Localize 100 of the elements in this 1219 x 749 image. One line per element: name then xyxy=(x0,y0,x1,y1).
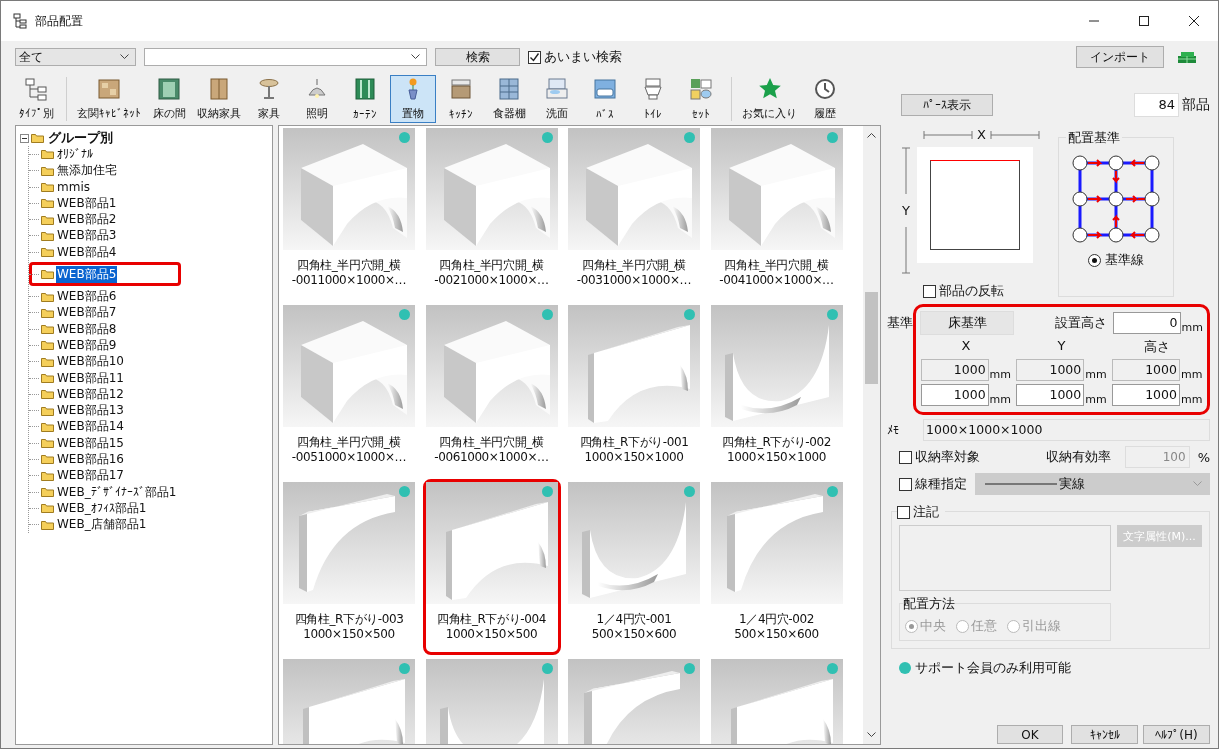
tree-item[interactable]: WEB部品13 xyxy=(56,402,125,420)
dimension-line xyxy=(923,129,973,140)
checkbox[interactable] xyxy=(899,450,912,464)
toilet-icon xyxy=(641,77,665,101)
part-label: -0011000×1000×… xyxy=(291,273,407,288)
toolbar-button[interactable]: 食器棚 xyxy=(486,75,532,123)
toolbar-button[interactable]: 照明 xyxy=(294,75,340,123)
tree-item[interactable]: WEB部品6 xyxy=(56,288,118,306)
lamp-icon xyxy=(305,77,329,101)
import-button[interactable]: インポート xyxy=(1076,46,1164,68)
toolbar-button[interactable]: 洗面 xyxy=(534,75,580,123)
toolbar-button[interactable]: 床の間 xyxy=(146,75,192,123)
radio-label: 任意 xyxy=(971,617,997,635)
chevron-up-icon[interactable] xyxy=(867,132,876,138)
toolbar-button[interactable]: 家具 xyxy=(246,75,292,123)
toolbar-button[interactable]: ｾｯﾄ xyxy=(678,75,724,123)
folder-icon xyxy=(41,324,54,335)
tree-item[interactable]: WEB部品12 xyxy=(56,385,125,403)
collapse-icon[interactable] xyxy=(20,133,29,143)
tree-item[interactable]: WEB部品15 xyxy=(56,434,125,452)
toolbar-button[interactable]: 履歴 xyxy=(802,75,848,123)
tree-item[interactable]: WEB部品2 xyxy=(56,211,118,229)
tree-item[interactable]: WEB部品1 xyxy=(56,194,118,212)
window-title: 部品配置 xyxy=(35,12,83,30)
height-field[interactable]: 0 xyxy=(1112,312,1181,334)
field-label: ﾒﾓ xyxy=(887,423,900,437)
tree-item[interactable]: WEB部品16 xyxy=(56,451,125,468)
tree-item[interactable]: mmis xyxy=(56,180,91,195)
tree-item[interactable]: WEB部品5 xyxy=(56,265,118,283)
toolbar-button[interactable]: ﾄｲﾚ xyxy=(630,75,676,123)
radio-button[interactable] xyxy=(1087,253,1101,267)
category-dropdown[interactable]: 全て xyxy=(15,48,136,66)
alcove-icon xyxy=(157,77,181,101)
close-icon[interactable] xyxy=(1188,15,1200,27)
toolbar-button[interactable]: ｶｰﾃﾝ xyxy=(342,75,388,123)
tree-item[interactable]: WEB_ﾃﾞｻﾞｲﾅｰｽﾞ部品1 xyxy=(56,483,178,501)
size-field[interactable]: 1000 xyxy=(1016,384,1085,406)
part-label: 四角柱_R下がり-002 xyxy=(722,435,831,450)
folder-icon xyxy=(41,198,54,209)
tree-item[interactable]: WEB部品17 xyxy=(56,467,125,485)
maximize-icon[interactable] xyxy=(1138,15,1150,27)
tree-item[interactable]: WEB部品14 xyxy=(56,418,125,436)
checkbox[interactable] xyxy=(528,50,541,64)
part-label: -0041000×1000×… xyxy=(719,273,834,288)
size-field[interactable]: 1000 xyxy=(1111,384,1180,406)
group-title: 配置基準 xyxy=(1065,129,1122,147)
checkbox[interactable] xyxy=(899,477,912,491)
dialog-button[interactable]: ﾍﾙﾌﾟ(H) xyxy=(1143,725,1210,744)
dimension-line xyxy=(901,226,911,274)
tree-item[interactable]: WEB部品4 xyxy=(56,243,118,261)
checkbox-label: 線種指定 xyxy=(915,475,967,493)
line-type-dropdown[interactable]: 実線 xyxy=(975,473,1210,495)
part-count-field: 84 xyxy=(1134,93,1179,117)
tree-item[interactable]: WEB部品10 xyxy=(56,353,125,371)
part-label: 1000×150×1000 xyxy=(727,450,826,465)
star-icon xyxy=(757,77,782,101)
toolbar-button[interactable]: ｷｯﾁﾝ xyxy=(438,75,484,123)
folder-icon xyxy=(41,149,54,160)
perspective-button[interactable]: ﾊﾟｰｽ表示 xyxy=(901,94,993,116)
bricks-icon xyxy=(1178,51,1196,63)
tree-item[interactable]: グループ別 xyxy=(48,129,113,148)
toolbar-button[interactable]: ﾀｲﾌﾟ別 xyxy=(13,75,59,123)
tree-item[interactable]: WEB部品8 xyxy=(56,320,118,338)
toolbar-button[interactable]: 収納家具 xyxy=(194,75,244,123)
toolbar-button[interactable]: 玄関ｷｬﾋﾞﾈｯﾄ xyxy=(74,75,144,123)
tree-item[interactable]: WEB_店舗部品1 xyxy=(56,516,148,534)
field-label: 設置高さ xyxy=(1054,314,1107,332)
folder-icon xyxy=(41,182,54,193)
part-label: -0051000×1000×… xyxy=(291,450,407,465)
chevron-down-icon xyxy=(411,54,420,60)
dialog-button[interactable]: ｷｬﾝｾﾙ xyxy=(1071,725,1138,744)
scrollbar[interactable] xyxy=(863,126,880,744)
unit-label: mm xyxy=(989,393,1012,406)
toolbar-button[interactable]: ﾊﾞｽ xyxy=(582,75,628,123)
tree-item[interactable]: WEB部品11 xyxy=(56,369,125,387)
tree-item[interactable]: WEB部品7 xyxy=(56,304,118,322)
tree-item[interactable]: WEB部品3 xyxy=(56,227,118,245)
tree-item[interactable]: WEB部品9 xyxy=(56,336,118,354)
dialog-button[interactable]: OK xyxy=(997,725,1063,744)
part-card[interactable]: 四角柱_R下がり-004 1000×150×500 xyxy=(422,479,561,655)
tree-item[interactable]: ｵﾘｼﾞﾅﾙ xyxy=(56,147,94,162)
unit-label: mm xyxy=(1180,393,1203,406)
search-button[interactable]: 検索 xyxy=(435,48,520,66)
folder-icon xyxy=(41,373,54,383)
scroll-thumb[interactable] xyxy=(865,292,878,384)
part-label: 四角柱_半円穴開_横 xyxy=(582,258,686,273)
size-field[interactable]: 1000 xyxy=(920,384,989,406)
chevron-down-icon[interactable] xyxy=(867,732,876,738)
tree-item[interactable]: 無添加住宅 xyxy=(56,162,118,180)
radio-label: 引出線 xyxy=(1022,617,1061,635)
unit-label: mm xyxy=(1180,368,1203,381)
part-label: 四角柱_半円穴開_横 xyxy=(297,435,401,450)
toolbar-button[interactable]: お気に入り xyxy=(739,75,800,123)
folder-icon xyxy=(41,438,54,449)
checkbox[interactable] xyxy=(923,284,936,298)
memo-field[interactable]: 1000×1000×1000 xyxy=(923,419,1210,441)
toolbar-button[interactable]: 置物 xyxy=(390,75,436,123)
kitchen-counter-icon xyxy=(449,77,473,101)
search-field[interactable] xyxy=(144,48,427,66)
tree-item[interactable]: WEB_ｵﾌｨｽ部品1 xyxy=(56,499,148,517)
